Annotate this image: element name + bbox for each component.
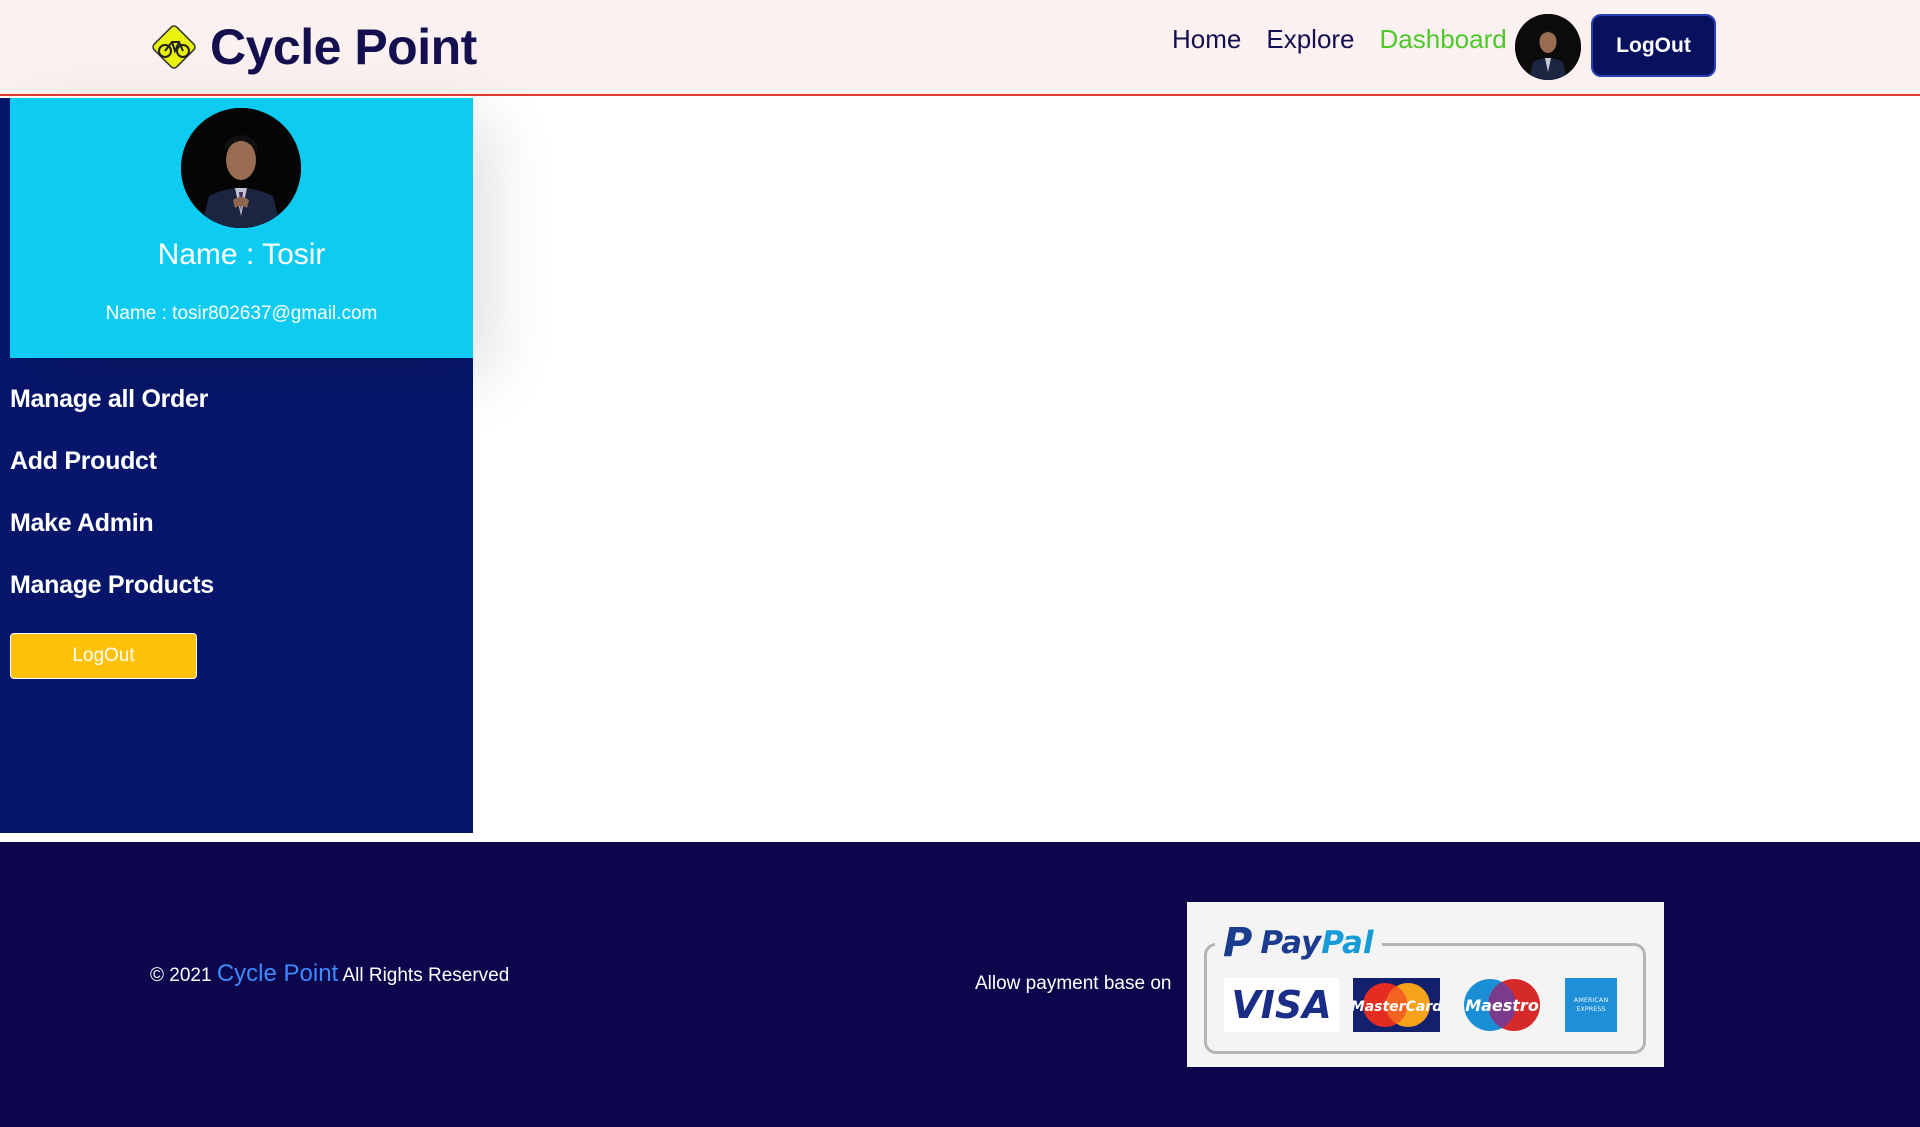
bicycle-sign-icon [148,21,200,73]
svg-text:MasterCard: MasterCard [1353,999,1440,1015]
profile-name: Name : Tosir [157,238,326,271]
paypal-logo: P Pay Pal [1215,920,1382,966]
nav-home-link[interactable]: Home [1172,24,1241,55]
profile-email: Name : tosir802637@gmail.com [105,303,378,324]
payment-label: Allow payment base on [975,973,1172,994]
sidebar-menu: Manage all Order Add Proudct Make Admin … [10,385,214,633]
paypal-icon: P [1223,920,1253,966]
svg-text:EXPRESS: EXPRESS [1576,1005,1605,1013]
copyright-suffix: All Rights Reserved [342,965,510,986]
mastercard-logo: MasterCard [1351,978,1443,1032]
user-avatar[interactable] [1515,14,1581,80]
amex-logo: AMERICAN EXPRESS [1565,978,1617,1032]
sidebar-item-add-product[interactable]: Add Proudct [10,447,214,509]
nav-dashboard-link[interactable]: Dashboard [1380,24,1507,55]
copyright-prefix: © 2021 [150,965,212,986]
sidebar-logout-button[interactable]: LogOut [10,633,197,679]
brand[interactable]: Cycle Point [148,18,477,76]
sidebar-item-manage-all-order[interactable]: Manage all Order [10,385,214,447]
footer: © 2021 Cycle Point All Rights Reserved A… [0,842,1920,1127]
main-nav: Home Explore Dashboard [1172,24,1532,55]
nav-explore-link[interactable]: Explore [1266,24,1354,55]
sidebar-item-make-admin[interactable]: Make Admin [10,509,214,571]
brand-name: Cycle Point [210,19,477,75]
footer-brand-link[interactable]: Cycle Point [217,960,338,987]
sidebar-item-manage-products[interactable]: Manage Products [10,571,214,633]
profile-avatar [181,108,301,228]
header-logout-button[interactable]: LogOut [1591,14,1716,77]
svg-text:Maestro: Maestro [1465,996,1539,1015]
dashboard-sidebar: Name : Tosir Name : tosir802637@gmail.co… [0,98,473,833]
profile-card: Name : Tosir Name : tosir802637@gmail.co… [10,98,473,358]
payment-methods-image: P Pay Pal VISA MasterCard Maestro AMERIC… [1187,902,1664,1067]
copyright-text: © 2021 Cycle Point All Rights Reserved [150,960,509,988]
top-navbar: Cycle Point Home Explore Dashboard LogOu… [0,0,1920,96]
maestro-logo: Maestro [1457,978,1547,1032]
visa-logo: VISA [1224,978,1339,1032]
svg-text:AMERICAN: AMERICAN [1574,996,1609,1004]
